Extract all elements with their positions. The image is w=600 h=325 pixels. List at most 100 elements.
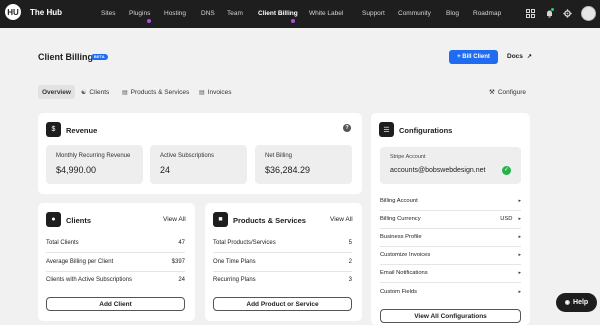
stat-value: 24 bbox=[160, 165, 171, 175]
config-item-business-profile[interactable]: Business Profile ▸ bbox=[380, 234, 521, 240]
tab-clients[interactable]: ☯ Clients bbox=[77, 85, 113, 99]
nav-item-white-label[interactable]: White Label bbox=[309, 10, 343, 17]
nav-item-blog[interactable]: Blog bbox=[446, 10, 459, 17]
row-label: Clients with Active Subscriptions bbox=[46, 277, 133, 283]
tab-label: Invoices bbox=[207, 88, 232, 96]
divider bbox=[380, 228, 521, 229]
nav-item-support[interactable]: Support bbox=[362, 10, 385, 17]
config-label: Billing Account bbox=[380, 198, 418, 204]
caret-right-icon: ▸ bbox=[518, 252, 521, 258]
nav-item-team[interactable]: Team bbox=[227, 10, 243, 17]
docs-label: Docs bbox=[507, 53, 523, 60]
docs-link[interactable]: Docs ↗ bbox=[507, 53, 532, 60]
list-item: Total Clients 47 bbox=[46, 240, 185, 246]
tab-products-services[interactable]: ▤ Products & Services bbox=[118, 85, 193, 99]
caret-right-icon: ▸ bbox=[518, 234, 521, 240]
nav-item-hosting[interactable]: Hosting bbox=[164, 10, 186, 17]
row-label: Average Billing per Client bbox=[46, 259, 114, 265]
box-icon: ▤ bbox=[122, 89, 128, 96]
configure-button[interactable]: ⚒ Configure bbox=[489, 88, 526, 96]
row-value: 5 bbox=[348, 240, 352, 246]
configurations-title: Configurations bbox=[399, 126, 453, 135]
nav-item-roadmap[interactable]: Roadmap bbox=[473, 10, 501, 17]
wrench-icon: ⚒ bbox=[489, 89, 495, 96]
beta-badge: BETA bbox=[91, 54, 108, 60]
stat-value: $36,284.29 bbox=[265, 165, 311, 175]
caret-right-icon: ▸ bbox=[518, 289, 521, 295]
tab-label: Products & Services bbox=[130, 88, 190, 96]
stripe-label: Stripe Account bbox=[390, 154, 426, 160]
row-value: 24 bbox=[178, 277, 185, 283]
tab-label: Overview bbox=[42, 88, 71, 96]
row-label: Total Products/Services bbox=[213, 240, 276, 246]
view-all-configurations-button[interactable]: View All Configurations bbox=[380, 309, 521, 323]
config-item-custom-fields[interactable]: Custom Fields ▸ bbox=[380, 289, 521, 295]
list-item: Average Billing per Client $397 bbox=[46, 259, 185, 265]
top-navigation: HU The Hub Sites Plugins Hosting DNS Tea… bbox=[0, 0, 600, 28]
tab-overview[interactable]: Overview bbox=[38, 85, 75, 99]
help-chat-button[interactable]: ◉ Help bbox=[556, 293, 597, 312]
config-label: Custom Fields bbox=[380, 289, 418, 295]
divider bbox=[380, 282, 521, 283]
users-icon: ☯ bbox=[81, 89, 87, 96]
row-label: Total Clients bbox=[46, 240, 79, 246]
list-icon: ☰ bbox=[379, 122, 394, 137]
nav-item-sites[interactable]: Sites bbox=[101, 10, 115, 17]
nav-item-client-billing[interactable]: Client Billing bbox=[258, 10, 298, 17]
config-label: Business Profile bbox=[380, 234, 422, 240]
stripe-account-box: Stripe Account accounts@bobswebdesign.ne… bbox=[380, 147, 521, 184]
box-icon: ■ bbox=[213, 212, 228, 227]
stat-active-subscriptions: Active Subscriptions 24 bbox=[150, 145, 247, 184]
stat-mrr: Monthly Recurring Revenue $4,990.00 bbox=[46, 145, 143, 184]
help-question-icon[interactable]: ? bbox=[343, 124, 351, 132]
list-item: Recurring Plans 3 bbox=[213, 277, 352, 283]
nav-item-dns[interactable]: DNS bbox=[201, 10, 215, 17]
tab-invoices[interactable]: ▤ Invoices bbox=[195, 85, 236, 99]
clients-view-all-link[interactable]: View All bbox=[163, 216, 186, 223]
tab-label: Clients bbox=[89, 88, 110, 96]
products-view-all-link[interactable]: View All bbox=[330, 216, 353, 223]
bill-client-button[interactable]: + Bill Client bbox=[449, 50, 498, 64]
stat-net-billing: Net Billing $36,284.29 bbox=[255, 145, 352, 184]
row-value: 3 bbox=[348, 277, 352, 283]
grid-icon[interactable] bbox=[526, 9, 535, 18]
add-client-button[interactable]: Add Client bbox=[46, 297, 185, 311]
revenue-title: Revenue bbox=[66, 126, 98, 135]
stat-label: Net Billing bbox=[265, 153, 293, 159]
notification-badge bbox=[551, 8, 554, 11]
client-billing-indicator-dot bbox=[291, 19, 295, 23]
brand[interactable]: HU The Hub bbox=[5, 4, 62, 20]
invoice-icon: ▤ bbox=[199, 89, 205, 96]
config-item-email-notifications[interactable]: Email Notifications ▸ bbox=[380, 270, 521, 276]
user-avatar[interactable] bbox=[581, 6, 596, 21]
config-label: Customize Invoices bbox=[380, 252, 431, 258]
add-product-button[interactable]: Add Product or Service bbox=[213, 297, 352, 311]
nav-item-plugins[interactable]: Plugins bbox=[129, 10, 150, 17]
row-label: One Time Plans bbox=[213, 259, 256, 265]
stat-value: $4,990.00 bbox=[56, 165, 97, 175]
plugins-indicator-dot bbox=[147, 19, 151, 23]
list-item: One Time Plans 2 bbox=[213, 259, 352, 265]
config-item-billing-currency[interactable]: Billing Currency USD ▸ bbox=[380, 216, 521, 222]
caret-right-icon: ▸ bbox=[518, 198, 521, 204]
config-item-billing-account[interactable]: Billing Account ▸ bbox=[380, 198, 521, 204]
dollar-icon: $ bbox=[46, 122, 61, 137]
check-circle-icon: ✓ bbox=[502, 166, 511, 175]
brand-name: The Hub bbox=[30, 7, 62, 17]
divider bbox=[213, 271, 352, 272]
currency-value: USD bbox=[500, 216, 513, 222]
config-label: Email Notifications bbox=[380, 270, 428, 276]
stripe-email: accounts@bobswebdesign.net bbox=[390, 167, 486, 174]
stat-label: Active Subscriptions bbox=[160, 153, 215, 159]
config-item-customize-invoices[interactable]: Customize Invoices ▸ bbox=[380, 252, 521, 258]
settings-icon[interactable] bbox=[563, 9, 572, 18]
divider bbox=[380, 264, 521, 265]
list-item: Clients with Active Subscriptions 24 bbox=[46, 277, 185, 283]
divider bbox=[380, 246, 521, 247]
caret-right-icon: ▸ bbox=[518, 216, 521, 222]
help-label: Help bbox=[573, 299, 589, 306]
products-title: Products & Services bbox=[233, 216, 306, 225]
page-title: Client Billing bbox=[38, 52, 93, 62]
row-label: Recurring Plans bbox=[213, 277, 256, 283]
nav-item-community[interactable]: Community bbox=[398, 10, 431, 17]
